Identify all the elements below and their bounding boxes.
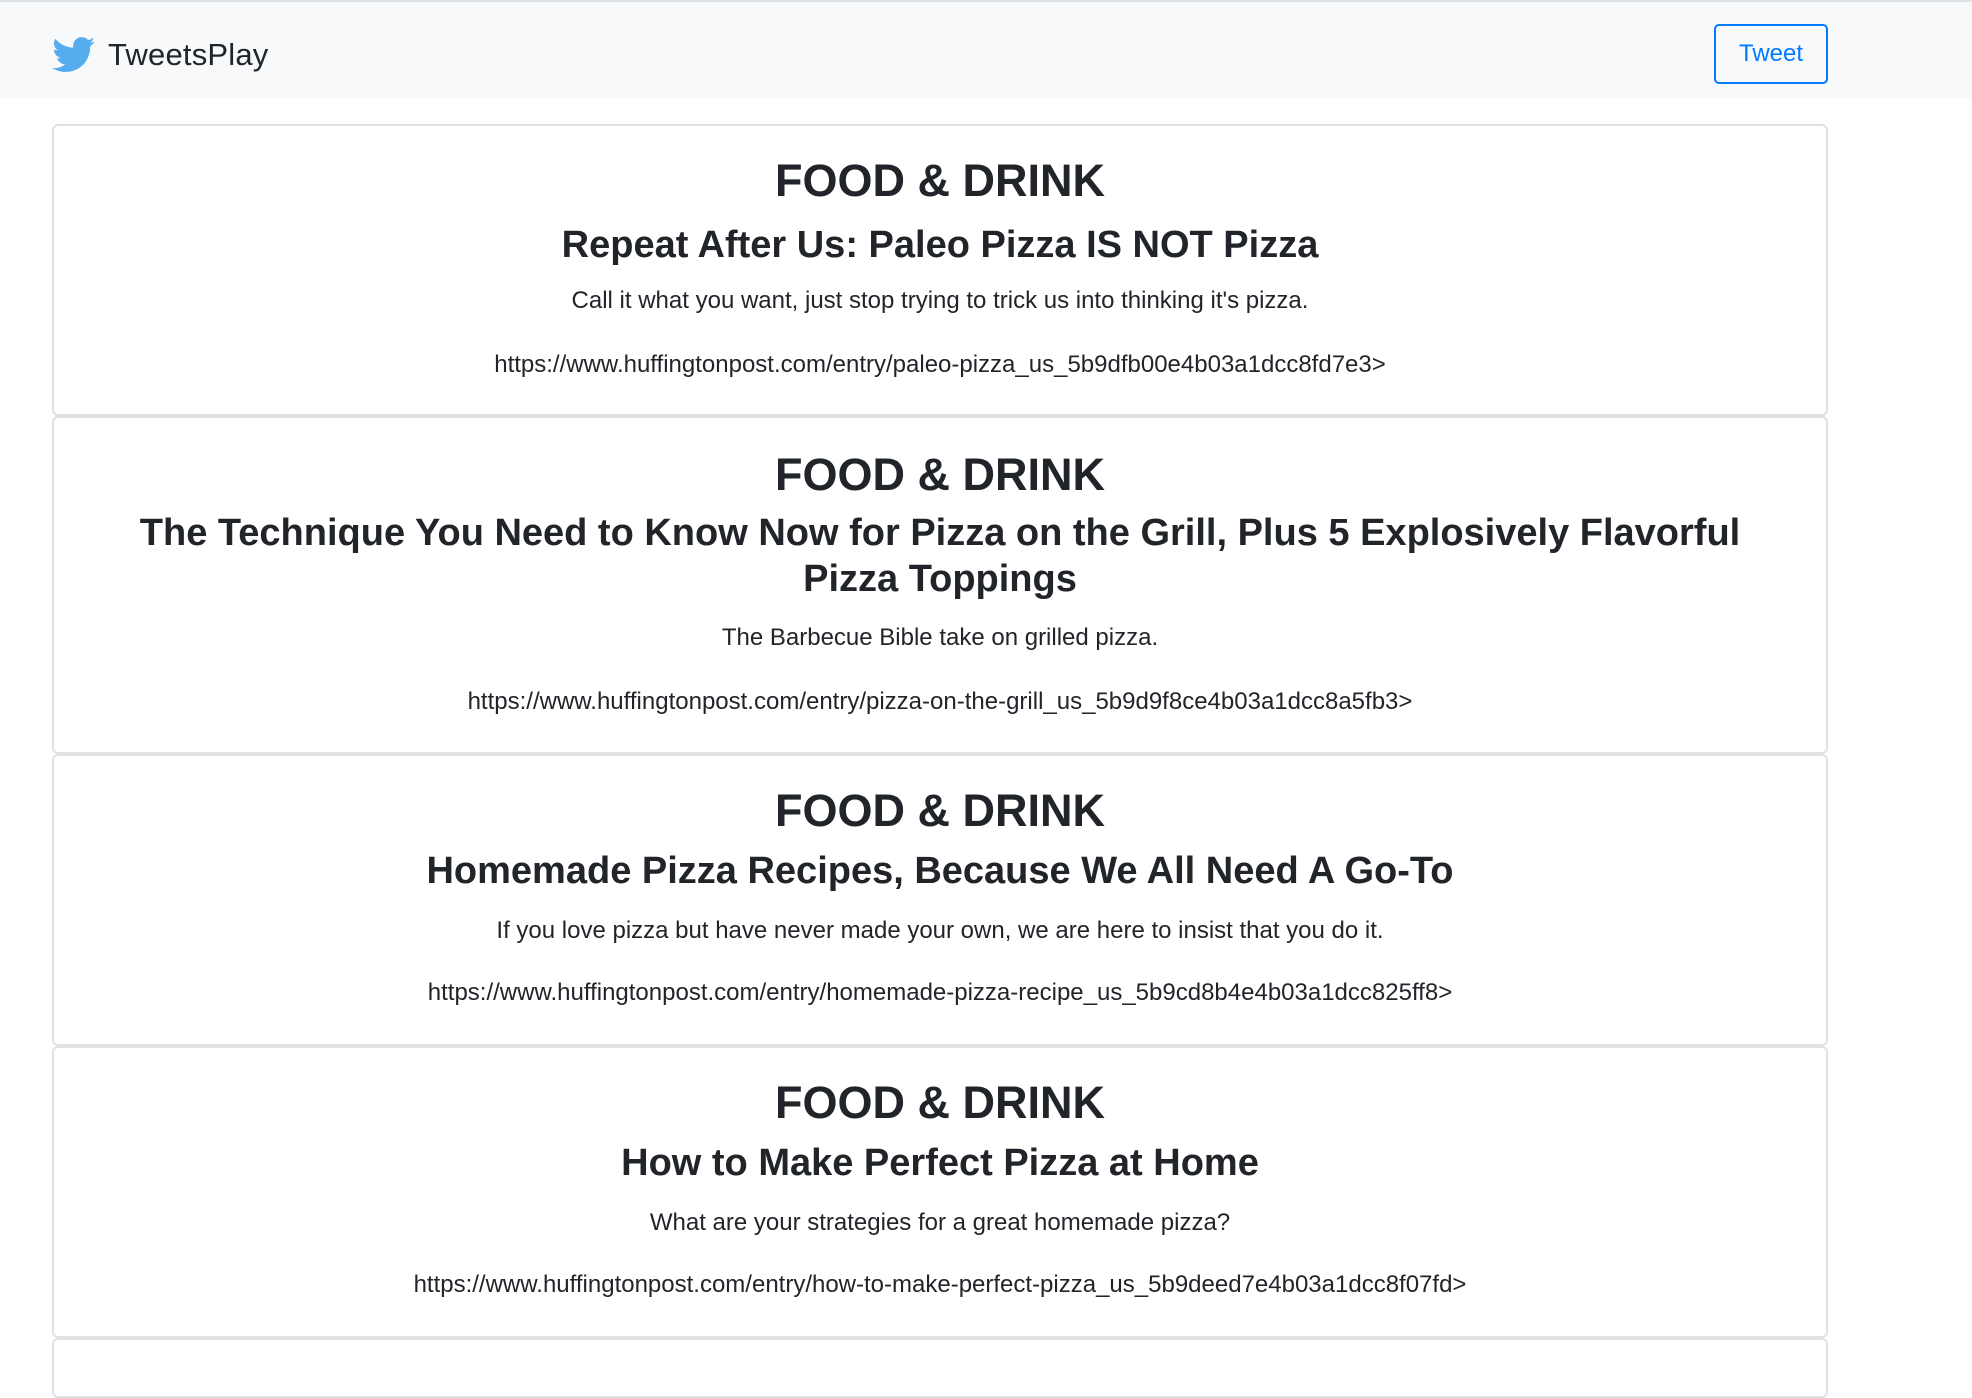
article-card: FOOD & DRINK The Technique You Need to K… — [52, 416, 1828, 754]
article-link[interactable]: https://www.huffingtonpost.com/entry/piz… — [54, 687, 1826, 717]
article-headline: How to Make Perfect Pizza at Home — [621, 1142, 1259, 1184]
article-card: FOOD & DRINK Repeat After Us: Paleo Pizz… — [52, 124, 1828, 416]
article-description: Call it what you want, just stop trying … — [571, 287, 1309, 314]
article-category: FOOD & DRINK — [775, 1077, 1105, 1128]
article-card: FOOD & DRINK Homemade Pizza Recipes, Bec… — [52, 754, 1828, 1046]
article-category: FOOD & DRINK — [775, 155, 1105, 206]
article-headline: Repeat After Us: Paleo Pizza IS NOT Pizz… — [561, 224, 1319, 266]
article-category: FOOD & DRINK — [775, 449, 1105, 500]
article-link[interactable]: https://www.huffingtonpost.com/entry/hom… — [54, 978, 1826, 1008]
navbar: TweetsPlay Tweet — [0, 0, 1972, 98]
article-card-partial — [52, 1338, 1828, 1398]
tweet-button[interactable]: Tweet — [1714, 24, 1828, 84]
brand-name: TweetsPlay — [108, 37, 269, 72]
article-description: If you love pizza but have never made yo… — [496, 917, 1384, 944]
brand-link[interactable]: TweetsPlay — [52, 34, 269, 76]
article-description: What are your strategies for a great hom… — [649, 1209, 1231, 1236]
article-description: The Barbecue Bible take on grilled pizza… — [721, 624, 1159, 651]
article-link[interactable]: https://www.huffingtonpost.com/entry/how… — [54, 1270, 1826, 1300]
article-headline: The Technique You Need to Know Now for P… — [139, 512, 1741, 600]
article-headline: Homemade Pizza Recipes, Because We All N… — [426, 850, 1454, 892]
twitter-bird-icon — [52, 37, 96, 73]
article-card: FOOD & DRINK How to Make Perfect Pizza a… — [52, 1046, 1828, 1338]
article-category: FOOD & DRINK — [775, 785, 1105, 836]
article-link[interactable]: https://www.huffingtonpost.com/entry/pal… — [54, 350, 1826, 380]
